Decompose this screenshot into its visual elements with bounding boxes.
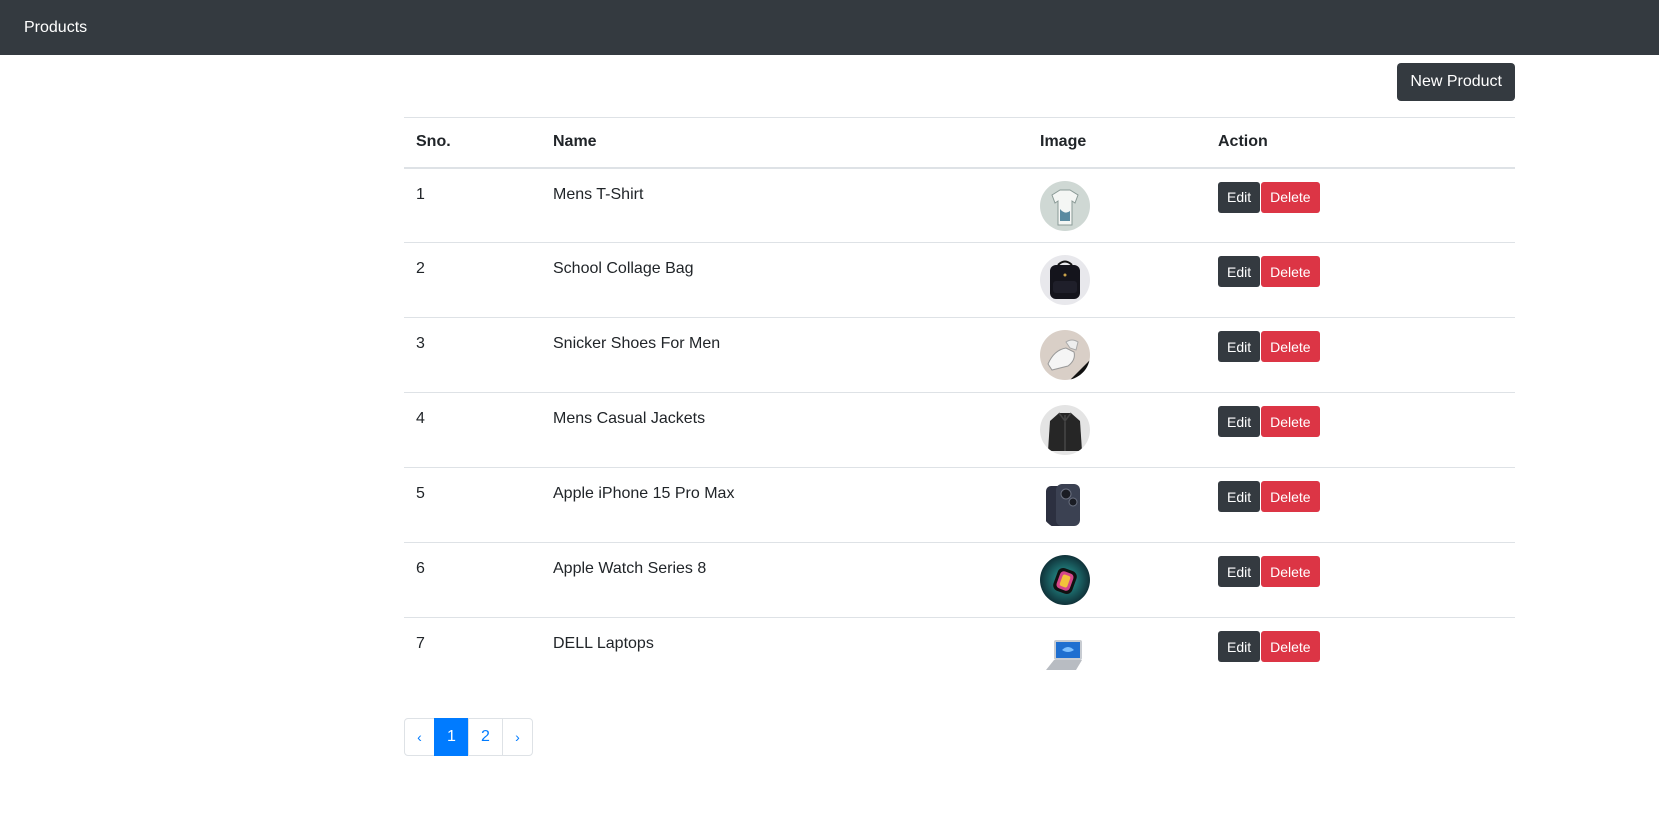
delete-button[interactable]: Delete — [1261, 631, 1320, 662]
pagination-next-icon[interactable]: › — [502, 717, 533, 756]
edit-button[interactable]: Edit — [1218, 406, 1261, 437]
delete-button[interactable]: Delete — [1261, 481, 1320, 512]
top-navbar: Products — [0, 0, 1659, 55]
header-name: Name — [553, 133, 597, 151]
table-row: 6 Apple Watch Series 8 Edit Delete — [404, 543, 1515, 618]
pagination-prev-icon[interactable]: ‹ — [404, 717, 435, 756]
cell-sno: 2 — [416, 260, 425, 277]
edit-button[interactable]: Edit — [1218, 256, 1261, 287]
bag-thumbnail — [1040, 255, 1090, 305]
edit-button[interactable]: Edit — [1218, 481, 1261, 512]
table-row: 5 Apple iPhone 15 Pro Max Edit Delete — [404, 468, 1515, 543]
cell-sno: 4 — [416, 410, 425, 427]
cell-name: Apple iPhone 15 Pro Max — [553, 485, 735, 502]
edit-button[interactable]: Edit — [1218, 331, 1261, 362]
new-product-button[interactable]: New Product — [1397, 63, 1515, 101]
pagination-page-2[interactable]: 2 — [468, 717, 503, 756]
delete-button[interactable]: Delete — [1261, 181, 1320, 213]
delete-button[interactable]: Delete — [1261, 256, 1320, 287]
cell-sno: 5 — [416, 485, 425, 502]
pagination: ‹ 1 2 › — [404, 717, 1515, 756]
table-row: 1 Mens T-Shirt Edit Delete — [404, 168, 1515, 243]
header-action: Action — [1218, 133, 1268, 151]
iphone-thumbnail — [1040, 480, 1090, 530]
cell-name: Mens Casual Jackets — [553, 410, 706, 427]
table-row: 2 School Collage Bag Edit Delete — [404, 243, 1515, 318]
cell-name: School Collage Bag — [553, 260, 694, 277]
cell-sno: 7 — [416, 635, 425, 652]
edit-button[interactable]: Edit — [1218, 181, 1261, 213]
edit-button[interactable]: Edit — [1218, 556, 1261, 587]
header-sno: Sno. — [416, 133, 451, 151]
edit-button[interactable]: Edit — [1218, 631, 1261, 662]
main-container: New Product Sno. Name Image Action 1 Men… — [404, 55, 1515, 756]
table-header-row: Sno. Name Image Action — [404, 117, 1515, 168]
delete-button[interactable]: Delete — [1261, 406, 1320, 437]
navbar-brand[interactable]: Products — [24, 19, 87, 37]
cell-sno: 1 — [416, 185, 425, 203]
cell-name: Snicker Shoes For Men — [553, 335, 721, 352]
toolbar: New Product — [404, 55, 1515, 117]
products-table: Sno. Name Image Action 1 Mens T-Shirt Ed… — [404, 117, 1515, 693]
watch-thumbnail — [1040, 555, 1090, 605]
table-row: 3 Snicker Shoes For Men Edit Delete — [404, 318, 1515, 393]
jacket-thumbnail — [1040, 405, 1090, 455]
cell-name: DELL Laptops — [553, 635, 654, 652]
header-image: Image — [1040, 133, 1087, 151]
delete-button[interactable]: Delete — [1261, 556, 1320, 587]
tshirt-thumbnail — [1040, 180, 1090, 231]
shoes-thumbnail — [1040, 330, 1090, 380]
pagination-page-1[interactable]: 1 — [434, 717, 469, 756]
cell-sno: 3 — [416, 335, 425, 352]
delete-button[interactable]: Delete — [1261, 331, 1320, 362]
table-row: 7 DELL Laptops Edit Delete — [404, 618, 1515, 693]
cell-sno: 6 — [416, 560, 425, 577]
table-row: 4 Mens Casual Jackets Edit Delete — [404, 393, 1515, 468]
laptop-thumbnail — [1040, 630, 1090, 680]
cell-name: Apple Watch Series 8 — [553, 560, 707, 577]
cell-name: Mens T-Shirt — [553, 185, 644, 203]
